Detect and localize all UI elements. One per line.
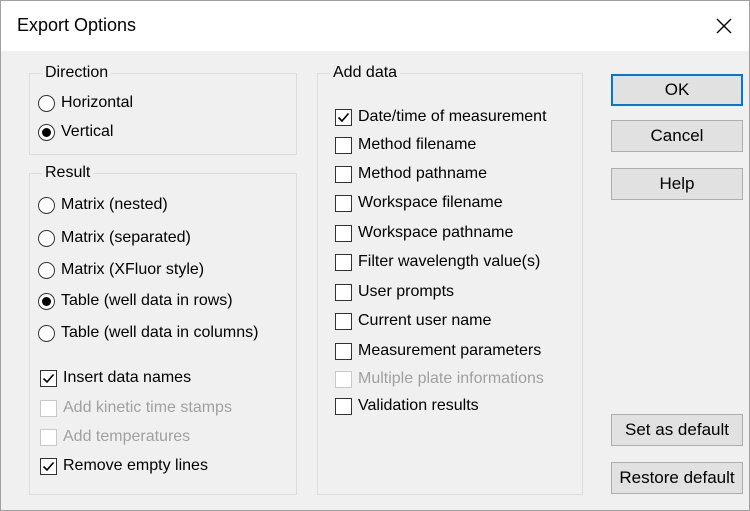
checkbox-box bbox=[335, 194, 352, 212]
add-temperatures-checkbox: Add temperatures bbox=[40, 425, 190, 449]
checkbox-box bbox=[335, 136, 352, 154]
checkmark-icon bbox=[337, 112, 350, 122]
checkbox-box bbox=[335, 342, 352, 360]
radio-label: Table (well data in columns) bbox=[61, 324, 259, 341]
checkbox-box bbox=[335, 165, 352, 183]
checkbox-label: Workspace pathname bbox=[358, 224, 514, 241]
radio-indicator bbox=[38, 229, 55, 247]
title-bar: Export Options bbox=[1, 1, 749, 51]
checkbox-box bbox=[335, 224, 352, 242]
checkbox-box bbox=[40, 369, 57, 387]
add-method-filename-checkbox[interactable]: Method filename bbox=[335, 133, 476, 157]
checkbox-label: Measurement parameters bbox=[358, 342, 542, 359]
checkbox-label: Workspace filename bbox=[358, 194, 503, 211]
checkbox-label: Multiple plate informations bbox=[358, 370, 544, 387]
add-multiple-plate-info-checkbox: Multiple plate informations bbox=[335, 367, 544, 391]
checkbox-label: Add kinetic time stamps bbox=[63, 399, 232, 416]
add-kinetic-time-stamps-checkbox: Add kinetic time stamps bbox=[40, 396, 232, 420]
radio-label: Table (well data in rows) bbox=[61, 292, 233, 309]
checkbox-box bbox=[335, 108, 352, 126]
checkbox-label: Insert data names bbox=[63, 369, 192, 386]
add-date-time-checkbox[interactable]: Date/time of measurement bbox=[335, 105, 547, 129]
checkbox-label: Remove empty lines bbox=[63, 457, 208, 474]
radio-label: Matrix (separated) bbox=[61, 229, 191, 246]
checkbox-label: Date/time of measurement bbox=[358, 108, 547, 125]
result-group-label: Result bbox=[42, 163, 94, 183]
radio-label: Vertical bbox=[61, 123, 114, 140]
result-table-columns-radio[interactable]: Table (well data in columns) bbox=[38, 321, 258, 345]
add-user-prompts-checkbox[interactable]: User prompts bbox=[335, 280, 454, 304]
add-measurement-parameters-checkbox[interactable]: Measurement parameters bbox=[335, 339, 541, 363]
cancel-button[interactable]: Cancel bbox=[611, 120, 743, 152]
checkbox-box bbox=[335, 397, 352, 415]
add-data-group-label: Add data bbox=[330, 63, 401, 83]
insert-data-names-checkbox[interactable]: Insert data names bbox=[40, 366, 191, 390]
radio-indicator bbox=[38, 94, 55, 112]
checkbox-box bbox=[335, 370, 352, 388]
checkbox-label: Validation results bbox=[358, 397, 479, 414]
direction-vertical-radio[interactable]: Vertical bbox=[38, 120, 113, 144]
radio-indicator bbox=[38, 292, 55, 310]
export-options-dialog: Export Options Direction Horizontal Vert… bbox=[0, 0, 750, 511]
result-table-rows-radio[interactable]: Table (well data in rows) bbox=[38, 289, 233, 313]
checkbox-label: Method filename bbox=[358, 136, 477, 153]
radio-label: Horizontal bbox=[61, 94, 134, 111]
set-as-default-button[interactable]: Set as default bbox=[611, 414, 743, 446]
add-method-pathname-checkbox[interactable]: Method pathname bbox=[335, 162, 487, 186]
checkmark-icon bbox=[42, 461, 55, 471]
close-icon bbox=[716, 18, 732, 34]
radio-label: Matrix (XFluor style) bbox=[61, 261, 205, 278]
checkbox-box bbox=[335, 283, 352, 301]
add-current-user-name-checkbox[interactable]: Current user name bbox=[335, 309, 491, 333]
add-workspace-filename-checkbox[interactable]: Workspace filename bbox=[335, 191, 503, 215]
radio-indicator bbox=[38, 123, 55, 141]
checkbox-label: Current user name bbox=[358, 312, 492, 329]
direction-group-label: Direction bbox=[42, 63, 112, 83]
checkbox-label: User prompts bbox=[358, 283, 455, 300]
add-validation-results-checkbox[interactable]: Validation results bbox=[335, 394, 479, 418]
result-matrix-nested-radio[interactable]: Matrix (nested) bbox=[38, 193, 168, 217]
restore-default-button[interactable]: Restore default bbox=[611, 462, 743, 494]
help-button[interactable]: Help bbox=[611, 168, 743, 200]
radio-indicator bbox=[38, 261, 55, 279]
checkbox-box bbox=[335, 253, 352, 271]
checkbox-box bbox=[40, 457, 57, 475]
checkbox-box bbox=[40, 428, 57, 446]
result-matrix-separated-radio[interactable]: Matrix (separated) bbox=[38, 226, 191, 250]
result-matrix-xfluor-radio[interactable]: Matrix (XFluor style) bbox=[38, 258, 204, 282]
radio-label: Matrix (nested) bbox=[61, 196, 168, 213]
checkbox-box bbox=[40, 399, 57, 417]
checkbox-label: Add temperatures bbox=[63, 428, 191, 445]
checkmark-icon bbox=[42, 373, 55, 383]
checkbox-label: Method pathname bbox=[358, 165, 487, 182]
checkbox-label: Filter wavelength value(s) bbox=[358, 253, 541, 270]
add-workspace-pathname-checkbox[interactable]: Workspace pathname bbox=[335, 221, 513, 245]
remove-empty-lines-checkbox[interactable]: Remove empty lines bbox=[40, 454, 208, 478]
direction-horizontal-radio[interactable]: Horizontal bbox=[38, 91, 133, 115]
add-filter-wavelength-checkbox[interactable]: Filter wavelength value(s) bbox=[335, 250, 540, 274]
radio-indicator bbox=[38, 324, 55, 342]
checkbox-box bbox=[335, 312, 352, 330]
close-button[interactable] bbox=[705, 7, 743, 45]
ok-button[interactable]: OK bbox=[611, 74, 743, 106]
dialog-title: Export Options bbox=[17, 15, 137, 35]
radio-indicator bbox=[38, 196, 55, 214]
